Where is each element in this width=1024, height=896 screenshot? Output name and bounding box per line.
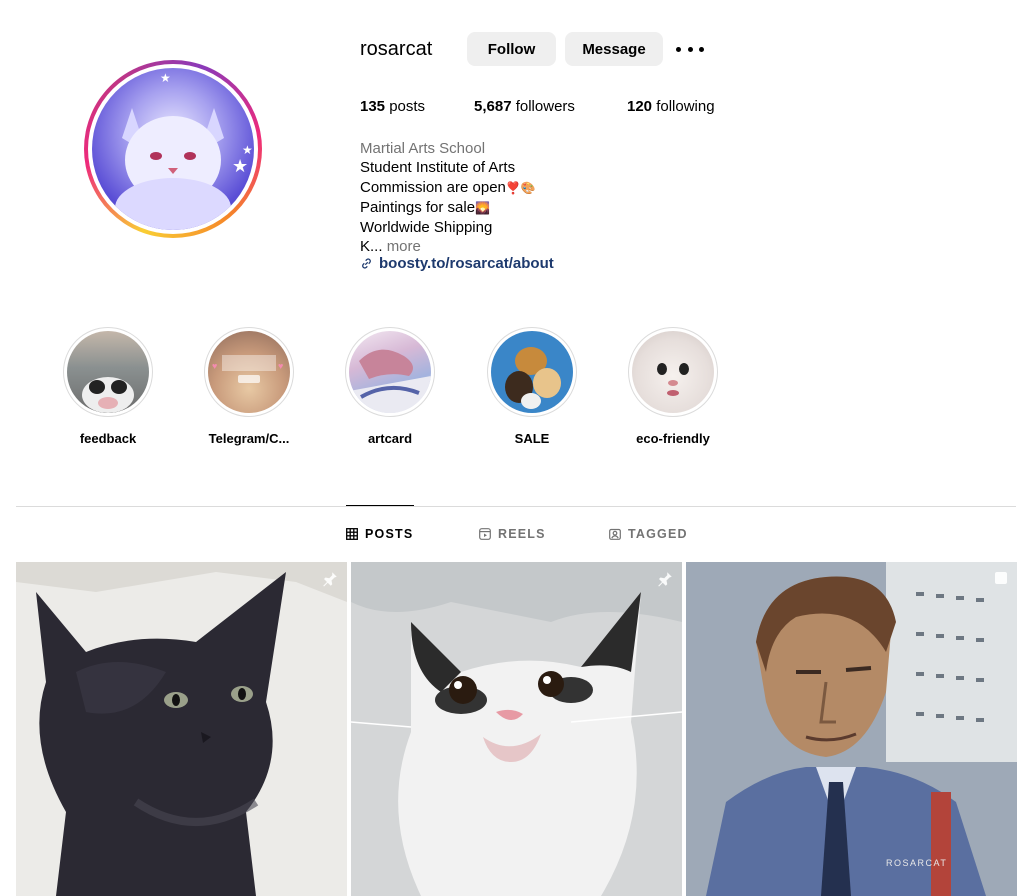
white-cat-painting-image [351, 562, 682, 896]
highlight-eco-friendly[interactable]: eco-friendly [628, 327, 718, 446]
following-count[interactable]: 120 following [627, 98, 715, 115]
message-button[interactable]: Message [565, 32, 663, 66]
followers-count[interactable]: 5,687 followers [474, 98, 575, 115]
man-portrait-painting-image: ROSARCAT [686, 562, 1017, 896]
svg-text:★: ★ [160, 71, 171, 85]
multi-image-icon [995, 572, 1007, 584]
bio-line: K... more [360, 238, 421, 256]
signature-mark: ROSARCAT [886, 858, 947, 868]
pin-icon [658, 572, 672, 587]
highlight-feedback[interactable]: feedback [63, 327, 153, 446]
reels-icon [479, 528, 491, 540]
posts-count: 135 posts [360, 98, 426, 115]
bio-line: Commission are open❣️🎨 [360, 178, 536, 196]
highlight-sale[interactable]: SALE [487, 327, 577, 446]
svg-text:★: ★ [232, 156, 248, 176]
post-tile[interactable] [351, 562, 682, 896]
active-tab-indicator [346, 505, 414, 506]
highlight-cover-cats-icon [491, 331, 573, 413]
tab-reels[interactable]: REELS [479, 527, 546, 541]
highlight-artcard[interactable]: artcard [345, 327, 435, 446]
heart-palette-emoji: ❣️🎨 [505, 180, 536, 195]
profile-bio: Martial Arts School Student Institute of… [360, 139, 536, 257]
highlight-cover-kitten-icon [632, 331, 714, 413]
highlight-telegram[interactable]: ♥ ♥ Telegram/C... [204, 327, 294, 446]
bio-more-button[interactable]: more [387, 238, 421, 255]
bio-line: Paintings for sale🌄 [360, 198, 491, 216]
tab-posts[interactable]: POSTS [346, 527, 413, 541]
bio-link[interactable]: boosty.to/rosarcat/about [360, 255, 554, 272]
grid-icon [346, 528, 358, 540]
highlight-cover-cat-icon [67, 331, 149, 413]
svg-text:♥: ♥ [212, 361, 217, 371]
profile-username: rosarcat [360, 38, 433, 60]
bio-line: Worldwide Shipping [360, 219, 493, 237]
sunrise-emoji: 🌄 [475, 200, 491, 215]
tabs-divider [16, 506, 1016, 507]
link-icon [362, 258, 371, 269]
svg-text:♥: ♥ [278, 361, 283, 371]
tab-tagged[interactable]: TAGGED [609, 527, 688, 541]
tagged-icon [609, 528, 621, 540]
highlight-cover-artwork-icon [349, 331, 431, 413]
profile-avatar[interactable]: ★ ★ ★ [84, 60, 262, 238]
highlight-cover-telegram-icon: ♥ ♥ [208, 331, 290, 413]
post-tile[interactable]: ROSARCAT [686, 562, 1017, 896]
follow-button[interactable]: Follow [467, 32, 556, 66]
more-options-icon[interactable] [676, 36, 704, 62]
pin-icon [323, 572, 337, 587]
avatar-image: ★ ★ ★ [92, 68, 254, 230]
bio-category: Martial Arts School [360, 140, 486, 157]
black-cat-painting-image [16, 562, 347, 896]
bio-line: Student Institute of Arts [360, 159, 516, 177]
svg-text:★: ★ [242, 143, 253, 157]
post-tile[interactable] [16, 562, 347, 896]
